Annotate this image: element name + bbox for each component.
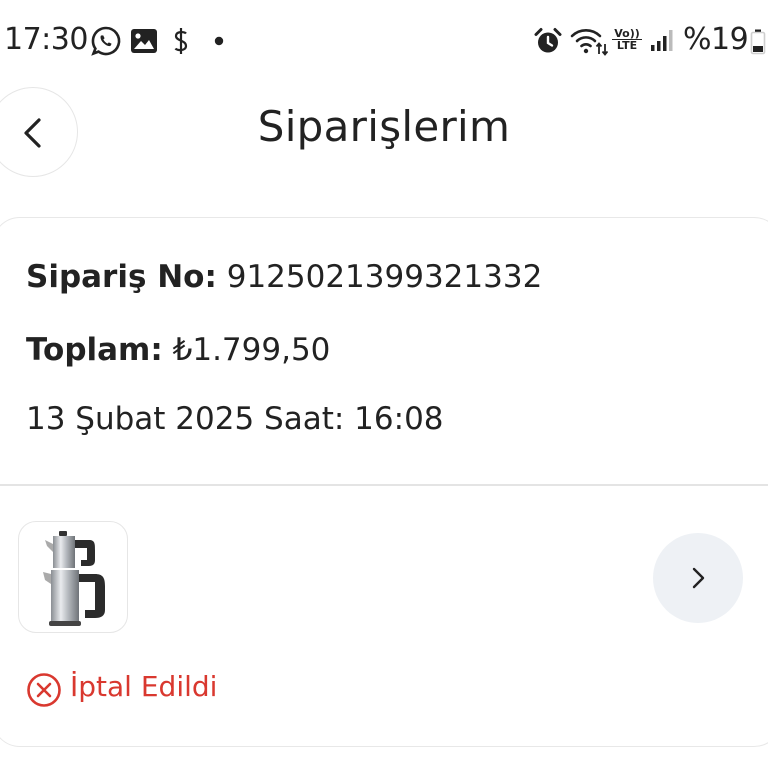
status-bar: 17:30 Vo)) LTE %19 bbox=[0, 0, 768, 80]
order-total-line: Toplam: ₺1.799,50 bbox=[26, 332, 330, 368]
dot-icon bbox=[214, 36, 224, 46]
volte-icon: Vo)) LTE bbox=[612, 28, 642, 51]
orders-screen: 17:30 Vo)) LTE %19 Siparişlerim Sipariş … bbox=[0, 0, 768, 768]
whatsapp-icon bbox=[91, 26, 121, 56]
order-total-label: Toplam: bbox=[26, 332, 163, 368]
product-thumbnail[interactable] bbox=[18, 521, 128, 633]
chevron-right-icon bbox=[692, 567, 705, 589]
order-number-label: Sipariş No: bbox=[26, 259, 217, 295]
alarm-icon bbox=[534, 28, 562, 53]
wifi-icon bbox=[570, 29, 608, 56]
order-date: 13 Şubat 2025 Saat: 16:08 bbox=[26, 401, 444, 437]
battery-icon bbox=[750, 29, 766, 55]
order-status-label: İptal Edildi bbox=[70, 670, 218, 703]
page-title: Siparişlerim bbox=[257, 102, 511, 151]
gallery-icon bbox=[131, 29, 157, 53]
card-divider bbox=[0, 484, 768, 486]
order-number-line: Sipariş No: 9125021399321332 bbox=[26, 259, 542, 295]
order-total-value: ₺1.799,50 bbox=[172, 332, 331, 368]
signal-icon bbox=[651, 30, 673, 51]
cancel-circle-icon bbox=[27, 673, 61, 707]
battery-percent: %19 bbox=[683, 22, 749, 57]
dollar-icon bbox=[174, 28, 188, 54]
volte-label-top: Vo)) bbox=[614, 27, 640, 40]
order-detail-button[interactable] bbox=[653, 533, 743, 623]
status-time: 17:30 bbox=[4, 22, 88, 57]
kettle-icon bbox=[43, 531, 105, 626]
order-number-value: 9125021399321332 bbox=[226, 259, 543, 295]
order-card[interactable] bbox=[0, 217, 768, 747]
volte-label-bottom: LTE bbox=[612, 39, 642, 51]
